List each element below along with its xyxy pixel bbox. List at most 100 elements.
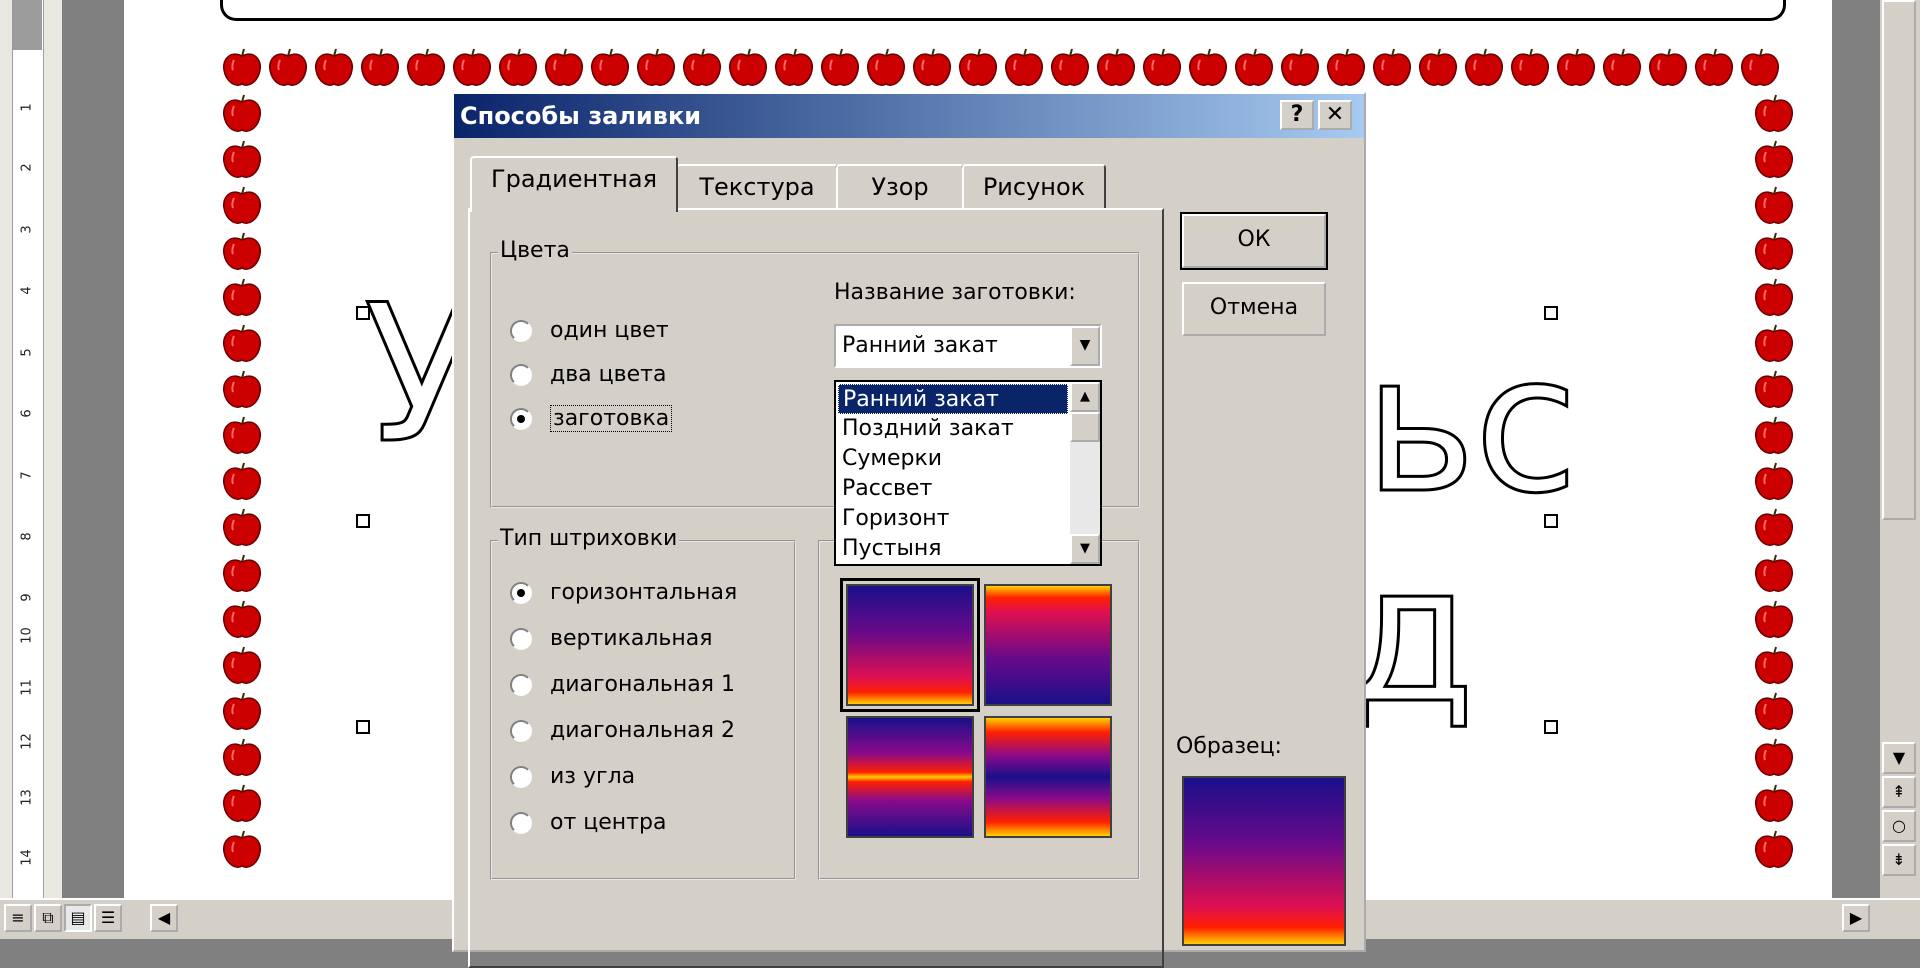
apple-border-icon [266,48,310,88]
radio-two-colors[interactable]: два цвета [510,360,666,390]
radio-label: из угла [550,764,636,789]
cancel-button[interactable]: Отмена [1182,282,1326,336]
preset-option[interactable]: Сумерки [838,444,1072,474]
ok-button[interactable]: ОК [1180,212,1328,270]
apple-border-icon [1752,370,1796,410]
apple-border-icon [542,48,586,88]
selection-handle[interactable] [356,514,370,528]
scroll-left-icon[interactable]: ◀ [150,904,178,932]
apple-border-icon [1752,784,1796,824]
variant-swatch[interactable] [846,716,974,838]
radio-label: один цвет [550,318,669,343]
preset-combobox[interactable]: Ранний закат ▼ [834,324,1102,368]
preset-name-label: Название заготовки: [834,280,1076,305]
selection-handle[interactable] [1544,720,1558,734]
selection-handle[interactable] [1544,514,1558,528]
preset-dropdown-list[interactable]: Ранний закат Поздний закат Сумерки Рассв… [834,380,1102,566]
radio-circle [510,320,532,342]
variant-swatch[interactable] [984,584,1112,706]
tab-pattern[interactable]: Узор [836,164,964,210]
outline-view-icon[interactable]: ☰ [94,904,122,932]
close-button[interactable]: ✕ [1318,100,1352,130]
apple-border-icon [1232,48,1276,88]
radio-from-corner[interactable]: из угла [510,762,635,792]
apple-border-icon [1186,48,1230,88]
apple-border-icon [1738,48,1782,88]
tab-texture[interactable]: Текстура [676,164,838,210]
radio-from-center[interactable]: от центра [510,808,666,838]
scroll-thumb[interactable] [1882,0,1916,520]
apple-border-icon [1002,48,1046,88]
apple-border-icon [1752,324,1796,364]
scroll-right-icon[interactable]: ▶ [1842,904,1870,932]
preset-option[interactable]: Ранний закат [838,384,1068,414]
previous-page-icon[interactable]: ⇞ [1882,776,1916,808]
dropdown-arrow-icon[interactable]: ▼ [1070,326,1100,366]
variant-swatch[interactable] [840,578,980,712]
radio-diagonal-down[interactable]: диагональная 2 [510,716,735,746]
normal-view-icon[interactable]: ≡ [4,904,32,932]
radio-diagonal-up[interactable]: диагональная 1 [510,670,735,700]
apple-border-icon [312,48,356,88]
apple-border-icon [1048,48,1092,88]
apple-border-icon [1140,48,1184,88]
apple-border-icon [220,738,264,778]
radio-vertical[interactable]: вертикальная [510,624,712,654]
dialog-titlebar[interactable]: Способы заливки ? ✕ [454,94,1364,138]
selection-handle[interactable] [356,306,370,320]
ruler-number: 2 [19,163,35,172]
wordart-letter[interactable]: ь [1363,328,1478,521]
apple-border-icon [1752,462,1796,502]
apple-border-icon [1752,692,1796,732]
apple-border-icon [1600,48,1644,88]
radio-one-color[interactable]: один цвет [510,316,669,346]
apple-border-icon [1554,48,1598,88]
radio-circle [510,766,532,788]
preset-option[interactable]: Поздний закат [838,414,1072,444]
apple-border-icon [1462,48,1506,88]
help-button[interactable]: ? [1280,100,1314,130]
apple-border-icon [220,94,264,134]
apple-border-icon [220,508,264,548]
selection-handle[interactable] [1544,306,1558,320]
preset-option[interactable]: Рассвет [838,474,1072,504]
web-view-icon[interactable]: ⧉ [34,904,62,932]
fill-effects-dialog: Способы заливки ? ✕ Градиентная Текстура… [452,92,1366,968]
preset-option[interactable]: Пустыня [838,534,1072,564]
apple-border-icon [1416,48,1460,88]
apple-border-icon [1752,830,1796,870]
apple-border-icon [1752,554,1796,594]
tab-gradient[interactable]: Градиентная [470,156,678,212]
radio-horizontal[interactable]: горизонтальная [510,578,737,608]
apple-border-icon [496,48,540,88]
apple-border-icon [450,48,494,88]
variant-swatch[interactable] [984,716,1112,838]
browse-object-icon[interactable]: ○ [1882,810,1916,842]
scroll-down-icon[interactable]: ▼ [1882,742,1916,774]
radio-label: от центра [550,810,667,835]
list-scrollbar[interactable]: ▲ ▼ [1070,382,1100,564]
radio-preset[interactable]: заготовка [510,404,673,434]
apple-border-icon [1752,416,1796,456]
scroll-down-icon[interactable]: ▼ [1070,534,1100,564]
dialog-title: Способы заливки [460,102,702,130]
list-scroll-thumb[interactable] [1070,412,1100,442]
selection-handle[interactable] [356,720,370,734]
scroll-up-icon[interactable]: ▲ [1070,382,1100,412]
wordart-letter[interactable]: с [1472,328,1579,521]
next-page-icon[interactable]: ⇟ [1882,844,1916,876]
apple-border-icon [1752,140,1796,180]
colors-group-label: Цвета [498,238,572,263]
preset-option[interactable]: Горизонт [838,504,1072,534]
print-layout-icon[interactable]: ▤ [64,904,92,932]
ruler-number: 11 [19,679,35,696]
tab-picture[interactable]: Рисунок [962,164,1106,210]
apple-border-icon [220,554,264,594]
apple-border-icon [220,186,264,226]
apple-border-icon [220,830,264,870]
radio-circle [510,720,532,742]
apple-border-icon [220,784,264,824]
apple-border-icon [634,48,678,88]
vertical-scrollbar[interactable]: ▼ ⇞ ○ ⇟ [1878,0,1920,898]
apple-border-icon [1752,186,1796,226]
